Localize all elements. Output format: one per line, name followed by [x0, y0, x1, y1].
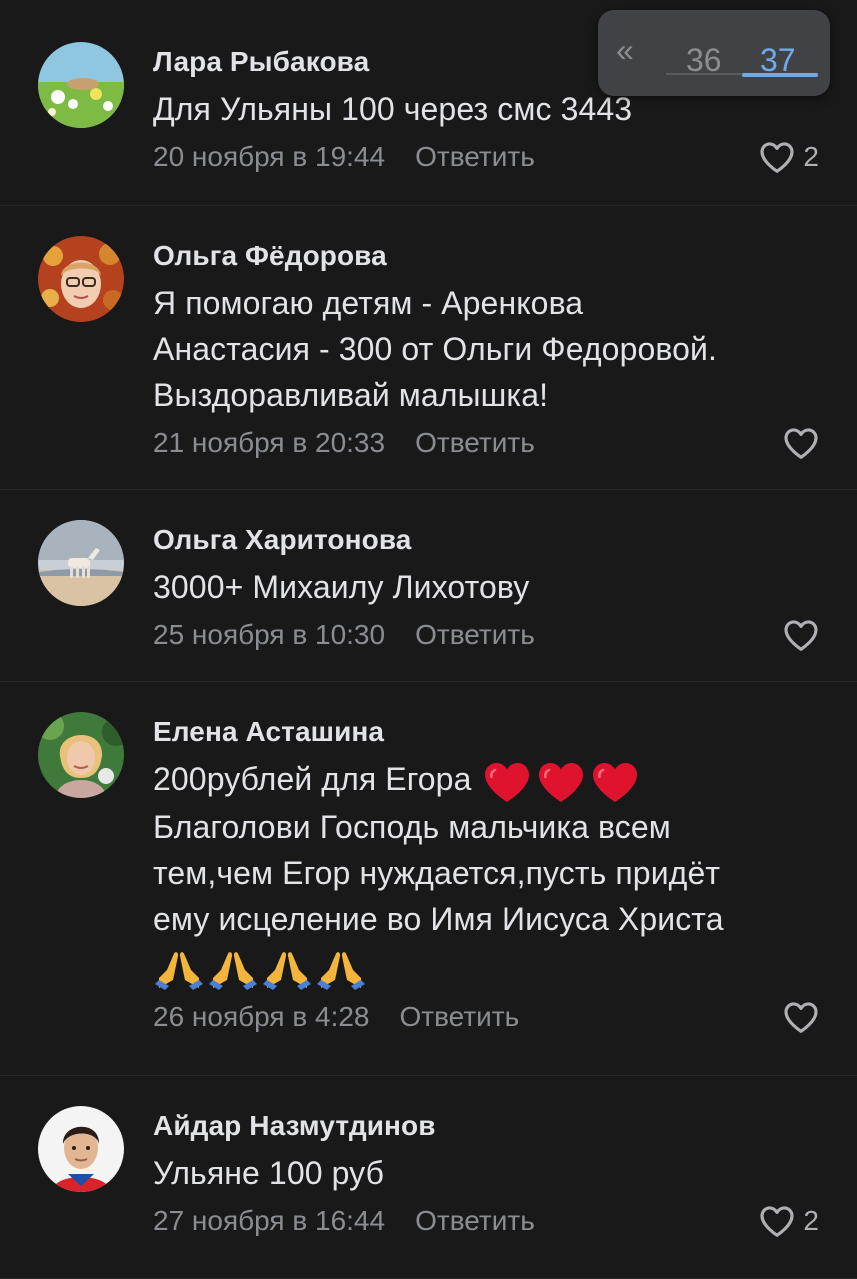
like-button[interactable]: 2: [759, 140, 819, 174]
heart-outline-icon: [783, 426, 819, 460]
comment-text-line: ему исцеление во Имя Иисуса Христа: [153, 900, 724, 937]
heart-outline-icon: [759, 1204, 795, 1238]
avatar-image-flowers: [38, 42, 124, 128]
heart-outline-icon: [759, 140, 795, 174]
avatar-image-portrait: [38, 712, 124, 798]
comment-text-line: Выздоравливай малышка!: [153, 377, 549, 413]
comment-meta: 27 ноября в 16:44 Ответить 2: [153, 1204, 819, 1238]
comment-text-line: Анастасия - 300 от Ольги Федоровой.: [153, 331, 717, 367]
comment-text-line: тем,чем Егор нуждается,пусть придёт: [153, 854, 721, 891]
comment-author[interactable]: Ольга Харитонова: [153, 522, 819, 558]
comment-author[interactable]: Ольга Фёдорова: [153, 238, 819, 274]
page-switcher: « 36 37: [598, 10, 830, 96]
folded-hands-icon: [207, 944, 259, 992]
comment-text: 200рублей для Егора Благолови Господь ма…: [153, 756, 819, 992]
comment-date: 25 ноября в 10:30: [153, 619, 386, 650]
comments-list: Лара Рыбакова Для Ульяны 100 через смс 3…: [0, 0, 857, 1279]
heart-outline-icon: [783, 1000, 819, 1034]
red-heart-icon: [483, 760, 531, 804]
active-page-indicator: [742, 73, 818, 77]
comment-text: 3000+ Михаилу Лихотову: [153, 569, 530, 605]
comment-text: Ульяне 100 руб: [153, 1155, 385, 1191]
like-button[interactable]: [783, 1000, 819, 1034]
red-heart-icon: [537, 760, 585, 804]
comment-date: 21 ноября в 20:33: [153, 427, 386, 458]
comment-text-line: 200рублей для Егора: [153, 756, 819, 804]
comment-text-line: Я помогаю детям - Аренкова: [153, 285, 584, 321]
like-count: 2: [803, 141, 819, 172]
double-chevron-left-icon[interactable]: «: [616, 32, 634, 69]
hearts-emoji: [477, 760, 639, 804]
avatar-image-portrait: [38, 1106, 124, 1192]
comment-author[interactable]: Айдар Назмутдинов: [153, 1108, 819, 1144]
comment-meta: 20 ноября в 19:44 Ответить 2: [153, 140, 819, 174]
avatar-image-portrait: [38, 236, 124, 322]
comment-date: 26 ноября в 4:28: [153, 1000, 370, 1032]
comment-author[interactable]: Елена Асташина: [153, 714, 819, 750]
like-button[interactable]: [783, 618, 819, 652]
like-button[interactable]: [783, 426, 819, 460]
like-button[interactable]: 2: [759, 1204, 819, 1238]
heart-outline-icon: [783, 618, 819, 652]
comment-date: 27 ноября в 16:44: [153, 1205, 386, 1236]
prayer-emoji-row: [153, 944, 819, 992]
comment-item: Елена Асташина 200рублей для Егора Благо…: [0, 682, 857, 1076]
folded-hands-icon: [315, 944, 367, 992]
comment-meta: 21 ноября в 20:33 Ответить: [153, 426, 819, 460]
reply-button[interactable]: Ответить: [400, 1000, 520, 1034]
avatar[interactable]: [38, 712, 124, 798]
comment-text-line: Благолови Господь мальчика всем: [153, 808, 671, 845]
comment-meta: 25 ноября в 10:30 Ответить: [153, 618, 819, 652]
avatar[interactable]: [38, 1106, 124, 1192]
comment-meta: 26 ноября в 4:28 Ответить: [153, 1000, 819, 1034]
comment-item: Ольга Харитонова 3000+ Михаилу Лихотову …: [0, 490, 857, 682]
reply-button[interactable]: Ответить: [415, 1204, 535, 1238]
reply-button[interactable]: Ответить: [415, 426, 535, 460]
comment-text-first: 200рублей для Егора: [153, 761, 472, 797]
avatar[interactable]: [38, 520, 124, 606]
page-36-button[interactable]: 36: [686, 42, 722, 78]
avatar[interactable]: [38, 236, 124, 322]
red-heart-icon: [591, 760, 639, 804]
avatar[interactable]: [38, 42, 124, 128]
comment-date: 20 ноября в 19:44: [153, 141, 386, 172]
avatar-image-horse: [38, 520, 124, 606]
reply-button[interactable]: Ответить: [415, 140, 535, 174]
folded-hands-icon: [153, 944, 205, 992]
like-count: 2: [803, 1205, 819, 1236]
reply-button[interactable]: Ответить: [415, 618, 535, 652]
comment-text: Я помогаю детям - Аренкова Анастасия - 3…: [153, 280, 819, 418]
comment-item: Айдар Назмутдинов Ульяне 100 руб 27 нояб…: [0, 1076, 857, 1279]
folded-hands-icon: [261, 944, 313, 992]
comment-item: Ольга Фёдорова Я помогаю детям - Аренков…: [0, 206, 857, 490]
